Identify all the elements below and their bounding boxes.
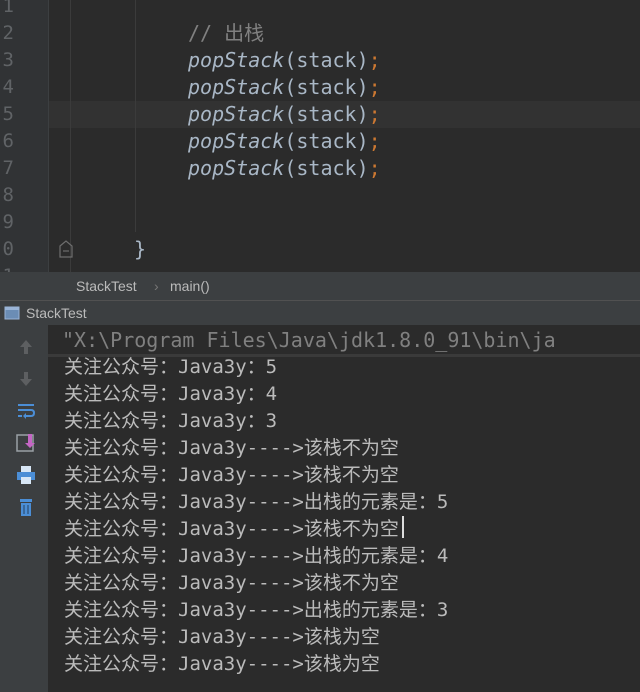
console-line: 关注公众号：Java3y---->该栈不为空 bbox=[64, 572, 399, 594]
function-call: popStack bbox=[188, 75, 285, 99]
trash-icon[interactable] bbox=[14, 495, 38, 519]
function-call: popStack bbox=[188, 156, 285, 180]
text-caret bbox=[402, 516, 404, 538]
line-number: 7 bbox=[2, 157, 14, 179]
fold-marker-icon[interactable] bbox=[58, 240, 74, 258]
line-number: 9 bbox=[2, 211, 14, 233]
line-number: 1 bbox=[0, 263, 14, 272]
console-line: 关注公众号：Java3y---->出栈的元素是：4 bbox=[64, 545, 449, 567]
semicolon: ; bbox=[368, 48, 381, 72]
call-args: (stack) bbox=[284, 102, 369, 126]
call-args: (stack) bbox=[284, 156, 369, 180]
console-line: 关注公众号：Java3y：3 bbox=[64, 410, 278, 432]
run-toolbar bbox=[0, 325, 48, 692]
call-args: (stack) bbox=[284, 48, 369, 72]
code-comment: // 出栈 bbox=[188, 21, 265, 45]
line-number: 6 bbox=[2, 130, 14, 152]
console-line: 关注公众号：Java3y---->该栈为空 bbox=[64, 653, 380, 675]
arrow-up-icon[interactable] bbox=[14, 335, 38, 359]
console-line: 关注公众号：Java3y---->该栈为空 bbox=[64, 626, 380, 648]
function-call: popStack bbox=[188, 129, 285, 153]
gutter-separator bbox=[48, 0, 49, 272]
semicolon: ; bbox=[368, 156, 381, 180]
console-line: 关注公众号：Java3y：4 bbox=[64, 383, 278, 405]
breadcrumb-class[interactable]: StackTest bbox=[76, 278, 137, 294]
line-number: 1 bbox=[2, 0, 14, 17]
call-args: (stack) bbox=[284, 129, 369, 153]
line-number: 3 bbox=[2, 49, 14, 71]
console-line: 关注公众号：Java3y---->该栈不为空 bbox=[64, 437, 399, 459]
call-args: (stack) bbox=[284, 75, 369, 99]
run-config-icon bbox=[4, 306, 20, 320]
console-line: 关注公众号：Java3y---->该栈不为空 bbox=[64, 464, 399, 486]
code-editor[interactable]: 1 2 3 4 5 6 7 8 9 0 1 // 出栈 popStack(sta… bbox=[0, 0, 640, 272]
indent-guide bbox=[70, 0, 71, 272]
closing-brace: } bbox=[134, 237, 147, 261]
line-number: 4 bbox=[2, 76, 14, 98]
line-number: 0 bbox=[2, 238, 14, 260]
run-panel-header: StackTest bbox=[0, 300, 640, 326]
breadcrumb-separator: › bbox=[154, 278, 159, 294]
semicolon: ; bbox=[368, 75, 381, 99]
line-number: 5 bbox=[2, 103, 14, 125]
semicolon: ; bbox=[368, 129, 381, 153]
console-line: 关注公众号：Java3y---->出栈的元素是：5 bbox=[64, 491, 449, 513]
run-tab-label[interactable]: StackTest bbox=[26, 305, 87, 321]
code-line: popStack(stack); bbox=[188, 47, 381, 74]
code-line: popStack(stack); bbox=[188, 74, 381, 101]
code-line: popStack(stack); bbox=[188, 128, 381, 155]
function-call: popStack bbox=[188, 48, 285, 72]
breadcrumb: StackTest › main() bbox=[0, 272, 640, 300]
console-line: 关注公众号：Java3y---->该栈不为空 bbox=[64, 518, 399, 540]
line-number: 2 bbox=[2, 22, 14, 44]
scroll-to-end-icon[interactable] bbox=[14, 431, 38, 455]
function-call: popStack bbox=[188, 102, 285, 126]
code-line: popStack(stack); bbox=[188, 101, 381, 128]
indent-guide bbox=[135, 0, 136, 232]
line-number: 8 bbox=[2, 184, 14, 206]
line-number-gutter: 1 2 3 4 5 6 7 8 9 0 1 bbox=[0, 0, 48, 272]
console-output[interactable]: "X:\Program Files\Java\jdk1.8.0_91\bin\j… bbox=[48, 325, 640, 692]
console-command-line: "X:\Program Files\Java\jdk1.8.0_91\bin\j… bbox=[62, 328, 556, 352]
code-line: popStack(stack); bbox=[188, 155, 381, 182]
semicolon: ; bbox=[368, 102, 381, 126]
print-icon[interactable] bbox=[14, 463, 38, 487]
soft-wrap-icon[interactable] bbox=[14, 399, 38, 423]
breadcrumb-method[interactable]: main() bbox=[170, 278, 210, 294]
console-line: 关注公众号：Java3y---->出栈的元素是：3 bbox=[64, 599, 449, 621]
arrow-down-icon[interactable] bbox=[14, 367, 38, 391]
console-line: 关注公众号：Java3y：5 bbox=[64, 356, 278, 378]
